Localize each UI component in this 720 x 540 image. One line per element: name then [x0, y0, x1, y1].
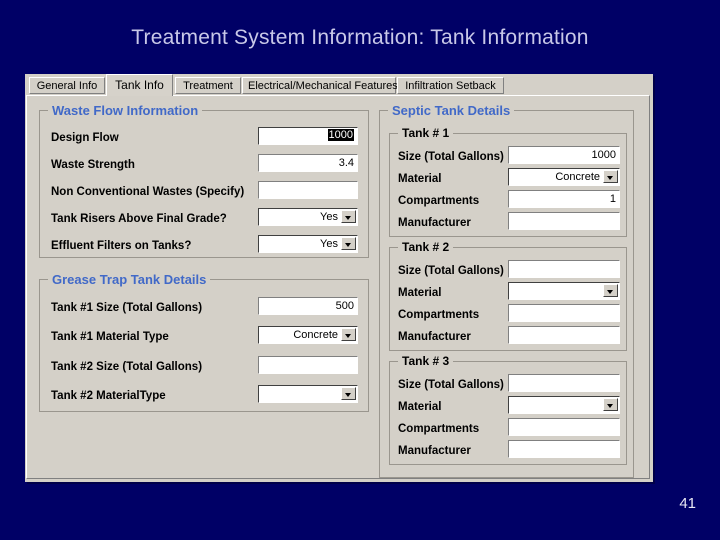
group-septic-tank-2: Tank # 2 Size (Total Gallons) Material C… [389, 240, 627, 351]
label-tank3-manufacturer: Manufacturer [398, 445, 471, 457]
combo-tank-risers-value: Yes [320, 211, 338, 223]
label-tank1-size: Size (Total Gallons) [398, 151, 504, 163]
label-grease-tank2-size: Tank #2 Size (Total Gallons) [51, 361, 203, 373]
label-grease-tank1-size: Tank #1 Size (Total Gallons) [51, 302, 203, 314]
group-septic-tank-1: Tank # 1 Size (Total Gallons) 1000 Mater… [389, 126, 627, 237]
chevron-down-icon[interactable] [603, 284, 618, 297]
input-tank3-compartments[interactable] [508, 418, 620, 436]
group-title-septic-tank-1: Tank # 1 [398, 126, 454, 140]
input-tank1-compartments[interactable]: 1 [508, 190, 620, 208]
label-tank1-compartments: Compartments [398, 195, 480, 207]
input-non-conventional-wastes[interactable] [258, 181, 358, 199]
tab-treatment[interactable]: Treatment [175, 77, 241, 94]
label-tank2-size: Size (Total Gallons) [398, 265, 504, 277]
group-title-septic-tank-3: Tank # 3 [398, 354, 454, 368]
combo-tank1-material[interactable]: Concrete [508, 168, 620, 186]
input-tank3-manufacturer[interactable] [508, 440, 620, 458]
tab-electrical-mechanical-features[interactable]: Electrical/Mechanical Features [242, 77, 398, 94]
label-tank2-material: Material [398, 287, 442, 299]
tab-general-info[interactable]: General Info [29, 77, 105, 94]
label-grease-tank1-material-type: Tank #1 Material Type [51, 331, 169, 343]
input-tank3-size[interactable] [508, 374, 620, 392]
combo-grease-tank1-material-value: Concrete [293, 329, 338, 341]
group-septic-tank-3: Tank # 3 Size (Total Gallons) Material C… [389, 354, 627, 465]
page-title: Treatment System Information: Tank Infor… [131, 26, 589, 49]
input-grease-tank2-size[interactable] [258, 356, 358, 374]
group-title-waste-flow: Waste Flow Information [48, 103, 203, 118]
group-waste-flow-information: Waste Flow Information Design Flow 1000 … [39, 103, 369, 258]
combo-effluent-filters-on-tanks[interactable]: Yes [258, 235, 358, 253]
label-non-conventional-wastes: Non Conventional Wastes (Specify) [51, 186, 245, 198]
input-tank1-size[interactable]: 1000 [508, 146, 620, 164]
input-tank2-compartments[interactable] [508, 304, 620, 322]
input-tank2-size[interactable] [508, 260, 620, 278]
label-effluent-filters-on-tanks: Effluent Filters on Tanks? [51, 240, 192, 252]
chevron-down-icon[interactable] [341, 237, 356, 250]
combo-effluent-filters-value: Yes [320, 238, 338, 250]
chevron-down-icon[interactable] [341, 387, 356, 400]
tab-tank-info[interactable]: Tank Info [106, 74, 173, 96]
chevron-down-icon[interactable] [603, 170, 618, 183]
label-tank1-material: Material [398, 173, 442, 185]
group-title-septic-tank-2: Tank # 2 [398, 240, 454, 254]
combo-grease-tank2-material-type[interactable] [258, 385, 358, 403]
label-tank-risers-above-final-grade: Tank Risers Above Final Grade? [51, 213, 227, 225]
label-design-flow: Design Flow [51, 132, 119, 144]
label-tank2-manufacturer: Manufacturer [398, 331, 471, 343]
label-waste-strength: Waste Strength [51, 159, 135, 171]
combo-tank-risers-above-final-grade[interactable]: Yes [258, 208, 358, 226]
label-tank3-compartments: Compartments [398, 423, 480, 435]
label-grease-tank2-material-type: Tank #2 MaterialType [51, 390, 166, 402]
group-septic-tank-details: Septic Tank Details Tank # 1 Size (Total… [379, 103, 634, 478]
input-tank1-manufacturer[interactable] [508, 212, 620, 230]
chevron-down-icon[interactable] [341, 210, 356, 223]
tank-information-dialog: General Info Tank Info Treatment Electri… [25, 74, 653, 482]
combo-tank2-material[interactable] [508, 282, 620, 300]
tab-infiltration-setback[interactable]: Infiltration Setback [397, 77, 504, 94]
label-tank3-size: Size (Total Gallons) [398, 379, 504, 391]
label-tank3-material: Material [398, 401, 442, 413]
slide-page-number: 41 [679, 495, 696, 512]
input-grease-tank1-size[interactable]: 500 [258, 297, 358, 315]
group-title-septic-tank-details: Septic Tank Details [388, 103, 515, 118]
input-design-flow[interactable]: 1000 [258, 127, 358, 145]
chevron-down-icon[interactable] [341, 328, 356, 341]
combo-tank3-material[interactable] [508, 396, 620, 414]
input-tank2-manufacturer[interactable] [508, 326, 620, 344]
tab-strip: General Info Tank Info Treatment Electri… [25, 74, 653, 96]
input-design-flow-value: 1000 [327, 129, 354, 141]
group-title-grease-trap: Grease Trap Tank Details [48, 272, 211, 287]
combo-grease-tank1-material-type[interactable]: Concrete [258, 326, 358, 344]
group-grease-trap-tank-details: Grease Trap Tank Details Tank #1 Size (T… [39, 272, 369, 412]
chevron-down-icon[interactable] [603, 398, 618, 411]
input-waste-strength[interactable]: 3.4 [258, 154, 358, 172]
tab-panel-tank-info: Waste Flow Information Design Flow 1000 … [26, 95, 650, 479]
label-tank2-compartments: Compartments [398, 309, 480, 321]
combo-tank1-material-value: Concrete [555, 171, 600, 183]
label-tank1-manufacturer: Manufacturer [398, 217, 471, 229]
